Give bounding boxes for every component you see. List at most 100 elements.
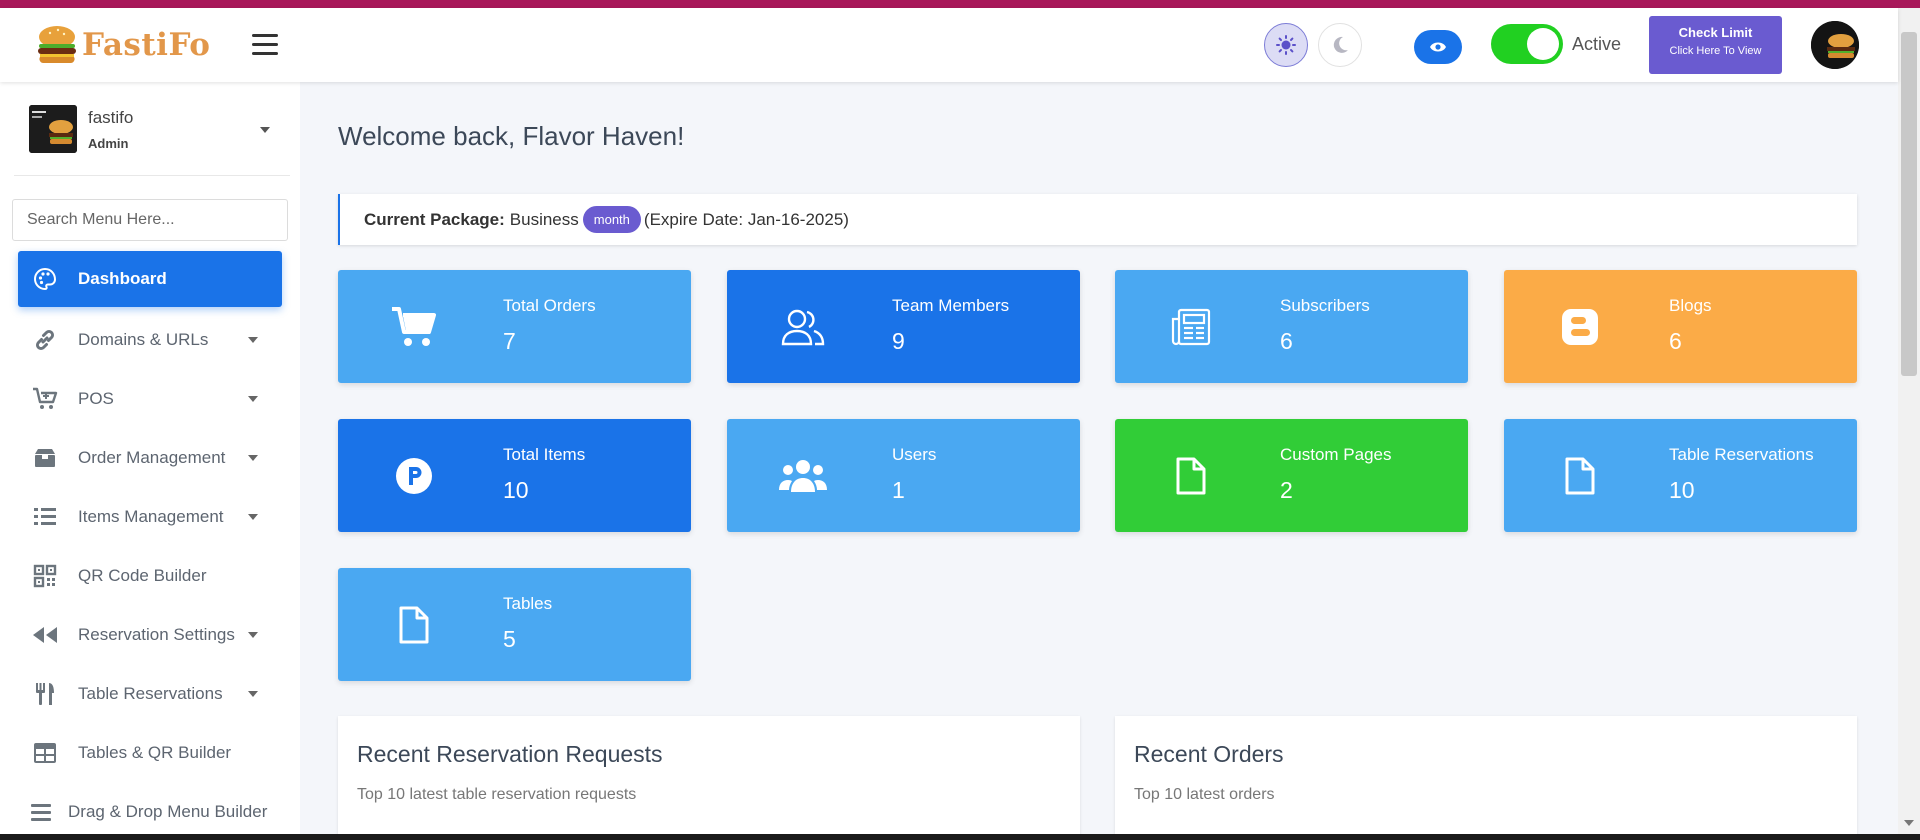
stat-card-title: Subscribers [1280,296,1370,315]
blogger-icon [1556,303,1604,351]
welcome-heading: Welcome back, Flavor Haven! [338,121,685,151]
stat-card-custom-pages[interactable]: Custom Pages 2 [1115,419,1468,532]
file-icon [1556,452,1604,500]
view-site-button[interactable] [1414,30,1462,64]
sidebar-toggle-icon[interactable] [252,34,278,56]
panel-subtitle: Top 10 latest orders [1134,786,1275,803]
sidebar-item-tables-qr-builder[interactable]: Tables & QR Builder [0,723,300,782]
list-icon [32,504,58,530]
stat-card-title: Table Reservations [1669,445,1814,464]
menu-search-input[interactable] [12,199,288,241]
parking-circle-icon [390,452,438,500]
stat-card-users[interactable]: Users 1 [727,419,1080,532]
sidebar-item-items-management[interactable]: Items Management [0,487,300,546]
sidebar-item-domains[interactable]: Domains & URLs [0,310,300,369]
stat-card-value: 2 [1280,477,1293,503]
stat-card-title: Blogs [1669,296,1712,315]
stat-card-table-reservations[interactable]: Table Reservations 10 [1504,419,1857,532]
user-avatar[interactable] [1811,21,1859,69]
sidebar-item-table-reservations[interactable]: Table Reservations [0,664,300,723]
sidebar-item-label: Reservation Settings [78,624,235,644]
stat-card-title: Total Items [503,445,586,464]
sidebar-item-drag-drop-menu-builder[interactable]: Drag & Drop Menu Builder [0,782,300,834]
sidebar-item-pos[interactable]: POS [0,369,300,428]
package-name: Business [509,209,579,229]
sidebar-item-reservation-settings[interactable]: Reservation Settings [0,605,300,664]
sun-icon [1276,35,1296,55]
check-limit-subtitle: Click Here To View [1669,45,1762,57]
eye-icon [1430,42,1446,52]
sidebar-menu: Dashboard Domains & URLs POS Order Manag… [0,251,300,834]
palette-icon [32,266,58,292]
profile-role: Admin [88,136,129,151]
stat-card-total-orders[interactable]: Total Orders 7 [338,270,691,383]
check-limit-title: Check Limit [1678,25,1753,40]
recent-orders-panel: Recent Orders Top 10 latest orders [1115,716,1857,840]
stat-card-value: 1 [892,477,905,503]
file-icon [1167,452,1215,500]
backward-icon [32,622,58,648]
check-limit-button[interactable]: Check Limit Click Here To View [1649,16,1782,74]
profile-name: fastifo [88,108,134,127]
package-term-badge: month [582,206,641,233]
user-friends-icon [779,303,827,351]
stat-card-tables[interactable]: Tables 5 [338,568,691,681]
package-label: Current Package: [364,209,505,229]
sidebar-item-label: Tables & QR Builder [78,742,232,762]
cart-icon [390,303,438,351]
profile-image [29,105,77,153]
stat-card-value: 6 [1669,328,1682,354]
stat-card-value: 7 [503,328,516,354]
sidebar-profile[interactable]: fastifo Admin [14,94,290,176]
stat-card-subscribers[interactable]: Subscribers 6 [1115,270,1468,383]
stat-card-value: 10 [1669,477,1695,503]
scroll-thumb[interactable] [1901,32,1917,376]
page-scrollbar[interactable] [1898,8,1920,834]
light-mode-button[interactable] [1264,23,1308,67]
chevron-down-icon [248,396,258,402]
chevron-down-icon [248,455,258,461]
sidebar-item-label: Order Management [78,447,226,467]
link-icon [32,327,58,353]
status-label: Active [1572,34,1622,54]
table-icon [32,740,58,766]
sidebar-item-label: Drag & Drop Menu Builder [68,801,268,821]
users-icon [779,452,827,500]
chevron-down-icon[interactable] [260,127,270,133]
newspaper-icon [1167,303,1215,351]
scroll-down-arrow-icon[interactable] [1904,820,1914,826]
current-package-bar: Current Package: Business month (Expire … [338,194,1857,245]
sidebar: fastifo Admin Dashboard Domains & URLs P… [0,82,300,834]
stat-card-value: 6 [1280,328,1293,354]
dark-mode-button[interactable] [1318,23,1362,67]
chevron-down-icon [248,337,258,343]
recent-reservation-requests-panel: Recent Reservation Requests Top 10 lates… [338,716,1080,840]
sidebar-item-label: Table Reservations [78,683,223,703]
stat-card-title: Total Orders [503,296,596,315]
stat-card-title: Team Members [892,296,1010,315]
brand-logo[interactable]: FastiFo [34,22,210,68]
sidebar-item-label: POS [78,388,114,408]
cart-plus-icon [32,386,58,412]
panel-subtitle: Top 10 latest table reservation requests [357,786,637,803]
brand-name: FastiFo [82,27,211,63]
sidebar-item-qr-code-builder[interactable]: QR Code Builder [0,546,300,605]
status-toggle[interactable] [1491,24,1563,64]
top-accent-bar [0,0,1920,8]
panel-title: Recent Reservation Requests [357,741,663,767]
qrcode-icon [32,563,58,589]
sidebar-item-label: Domains & URLs [78,329,209,349]
file-icon [390,601,438,649]
chevron-down-icon [248,691,258,697]
package-expire-date: (Expire Date: Jan-16-2025) [643,209,849,229]
chevron-down-icon [248,632,258,638]
stat-card-blogs[interactable]: Blogs 6 [1504,270,1857,383]
sidebar-item-label: Items Management [78,506,224,526]
stat-card-team-members[interactable]: Team Members 9 [727,270,1080,383]
chevron-down-icon [248,514,258,520]
stat-card-total-items[interactable]: Total Items 10 [338,419,691,532]
sidebar-item-label: QR Code Builder [78,565,207,585]
sidebar-item-dashboard[interactable]: Dashboard [18,251,282,307]
sidebar-item-order-management[interactable]: Order Management [0,428,300,487]
toggle-knob [1527,28,1559,60]
